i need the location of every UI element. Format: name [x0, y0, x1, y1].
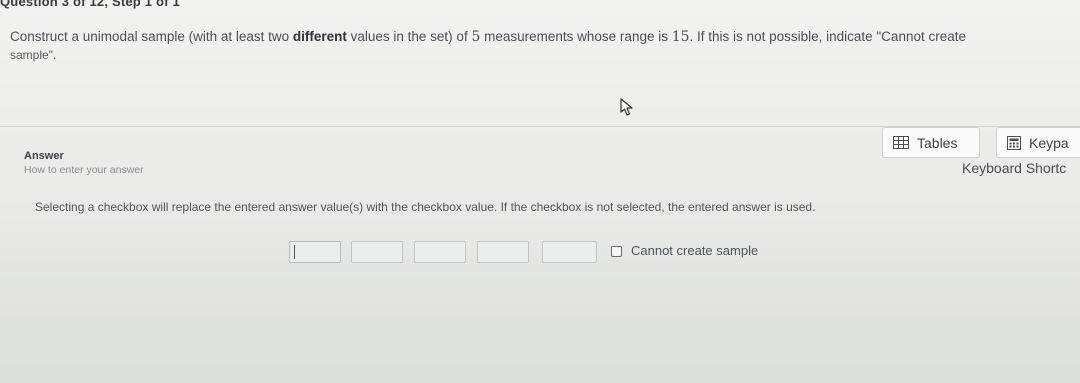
- prompt-range-value: 15: [671, 29, 690, 45]
- prompt-text-2: values in the set) of: [346, 29, 472, 44]
- keyboard-shortcuts-link[interactable]: Keyboard Shortc: [962, 160, 1066, 176]
- answer-input-5[interactable]: [542, 241, 597, 263]
- answer-input-1[interactable]: [289, 241, 341, 263]
- answer-input-4[interactable]: [477, 241, 529, 263]
- question-number: Question 3 of 12, Step 1 of 1: [0, 0, 180, 9]
- text-caret: [294, 245, 295, 259]
- mouse-pointer-icon: [620, 98, 633, 116]
- answer-input-2[interactable]: [351, 241, 403, 263]
- prompt-bold-different: different: [292, 29, 347, 44]
- checkbox-notice: Selecting a checkbox will replace the en…: [35, 200, 816, 214]
- keypad-button-label: Keypa: [1029, 134, 1069, 151]
- tables-button[interactable]: Tables: [882, 127, 980, 158]
- table-grid-icon: [893, 136, 909, 149]
- answer-heading: Answer: [24, 150, 64, 162]
- tables-button-label: Tables: [917, 134, 958, 151]
- cannot-create-sample-checkbox[interactable]: [611, 246, 622, 257]
- prompt-text-1: Construct a unimodal sample (with at lea…: [10, 29, 293, 44]
- keypad-button[interactable]: Keypa: [996, 127, 1080, 158]
- prompt-text-3: measurements whose range is: [480, 29, 672, 44]
- prompt-text-4: . If this is not possible, indicate "Can…: [689, 29, 966, 44]
- answer-input-3[interactable]: [414, 241, 466, 263]
- how-to-enter-answer-link[interactable]: How to enter your answer: [24, 164, 144, 176]
- prompt-text-5: sample".: [10, 48, 57, 62]
- question-prompt: Construct a unimodal sample (with at lea…: [10, 28, 1050, 64]
- cannot-create-sample-label[interactable]: Cannot create sample: [631, 243, 758, 258]
- keypad-icon: [1007, 135, 1021, 150]
